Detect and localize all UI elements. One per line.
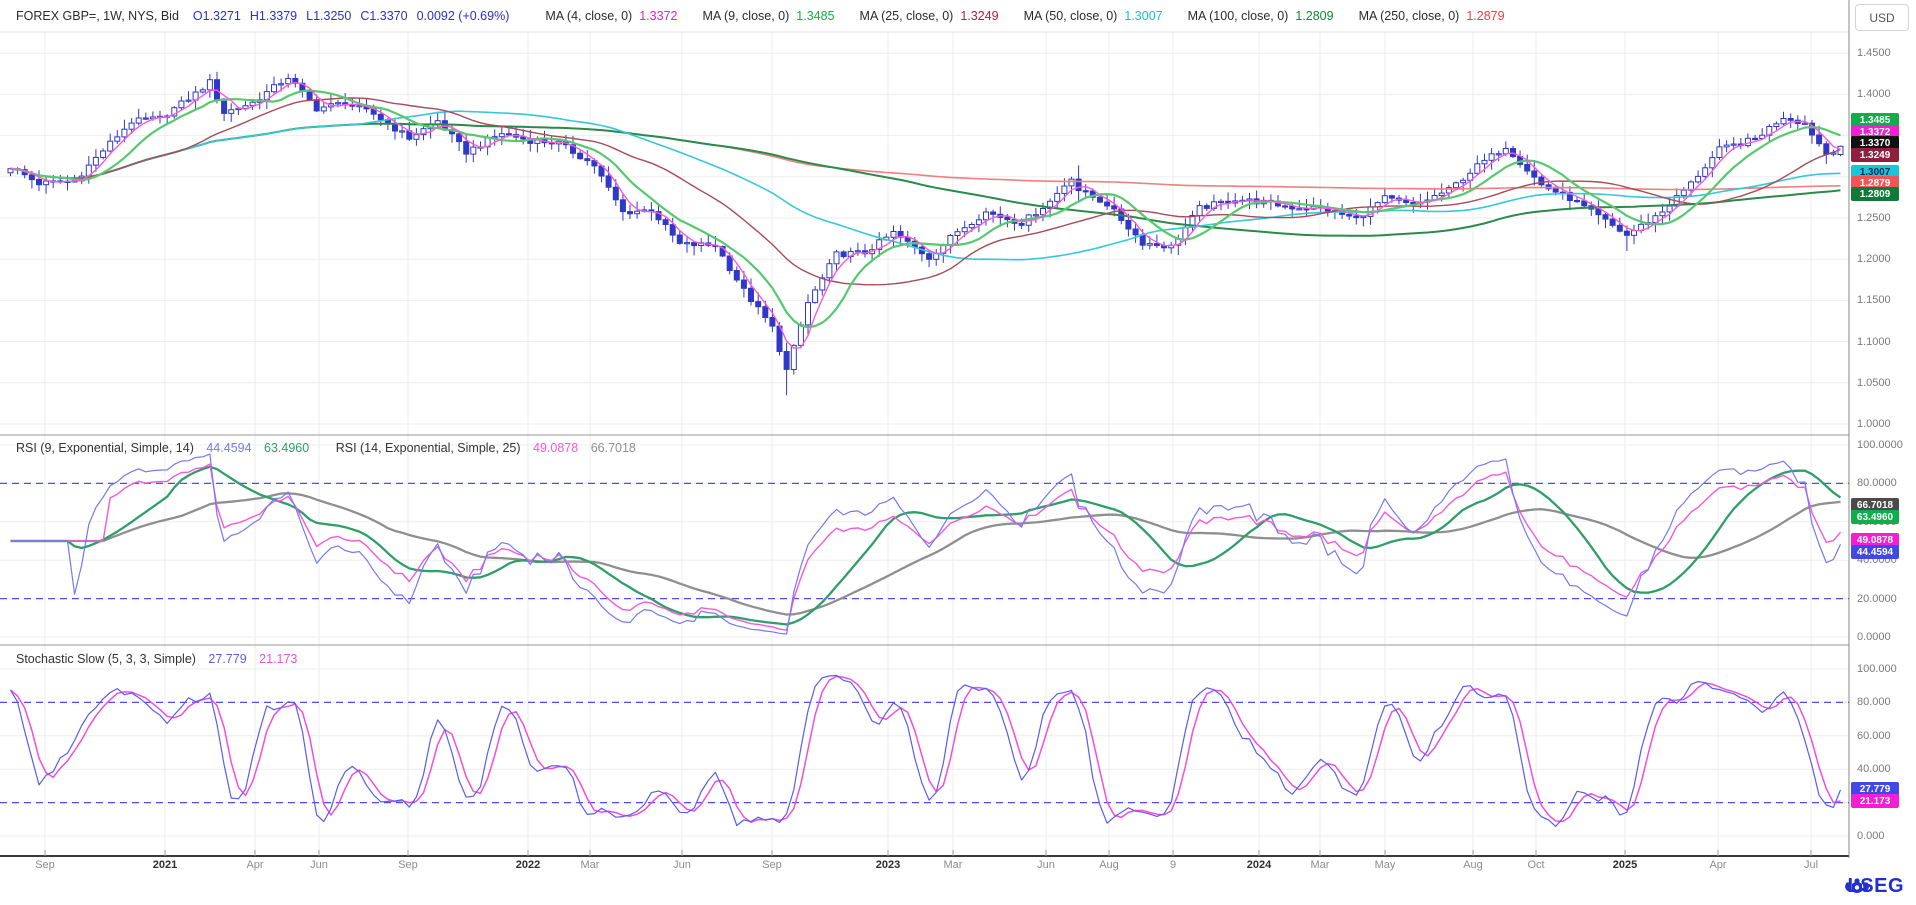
ma-legend-item: MA (4, close, 0) 1.3372 — [545, 9, 686, 23]
ohlc-high: H1.3379 — [250, 9, 297, 23]
rsi1-ma-value: 63.4960 — [264, 441, 309, 455]
ma-legend-label: MA (250, close, 0) — [1359, 9, 1460, 23]
ma-legend-label: MA (4, close, 0) — [545, 9, 632, 23]
time-axis[interactable] — [0, 856, 1849, 876]
rsi-panel-title: RSI (9, Exponential, Simple, 14) 44.4594… — [16, 441, 645, 455]
currency-selector-button[interactable]: USD — [1855, 4, 1909, 31]
stochastic-panel[interactable] — [0, 645, 1849, 856]
ma-legend-value: 1.2809 — [1295, 9, 1333, 23]
charting-application: FOREX GBP=, 1W, NYS, Bid O1.3271 H1.3379… — [0, 0, 1916, 905]
instrument-title: FOREX GBP=, 1W, NYS, Bid — [16, 9, 179, 23]
ma-legend-label: MA (100, close, 0) — [1188, 9, 1289, 23]
rsi1-label: RSI (9, Exponential, Simple, 14) — [16, 441, 194, 455]
rsi2-label: RSI (14, Exponential, Simple, 25) — [336, 441, 521, 455]
ma-legend-item: MA (100, close, 0) 1.2809 — [1188, 9, 1343, 23]
ma-legend-value: 1.3249 — [960, 9, 998, 23]
ma-legend-label: MA (25, close, 0) — [860, 9, 954, 23]
ma-legend-item: MA (9, close, 0) 1.3485 — [702, 9, 843, 23]
ma-legend-value: 1.3007 — [1124, 9, 1162, 23]
ma-legend-item: MA (25, close, 0) 1.3249 — [860, 9, 1008, 23]
ohlc-low: L1.3250 — [306, 9, 351, 23]
ma-legend-value: 1.2879 — [1466, 9, 1504, 23]
price-axis[interactable] — [1849, 32, 1916, 856]
stoch-k-value: 27.779 — [208, 652, 246, 666]
ma-legend-item: MA (250, close, 0) 1.2879 — [1359, 9, 1514, 23]
rsi2-value: 49.0878 — [533, 441, 578, 455]
stochastic-panel-title: Stochastic Slow (5, 3, 3, Simple) 27.779… — [16, 652, 306, 666]
ma-legend-item: MA (50, close, 0) 1.3007 — [1024, 9, 1172, 23]
lseg-brand: LSEG — [1842, 875, 1904, 898]
ohlc-open: O1.3271 — [193, 9, 241, 23]
ma-legend-value: 1.3485 — [796, 9, 834, 23]
ma-legend-value: 1.3372 — [639, 9, 677, 23]
rsi2-ma-value: 66.7018 — [591, 441, 636, 455]
rsi-panel[interactable] — [0, 435, 1849, 645]
ohlc-change: 0.0092 (+0.69%) — [417, 9, 510, 23]
rsi1-value: 44.4594 — [206, 441, 251, 455]
ohlc-close: C1.3370 — [360, 9, 407, 23]
chart-header: FOREX GBP=, 1W, NYS, Bid O1.3271 H1.3379… — [0, 0, 1856, 32]
ma-legend-label: MA (50, close, 0) — [1024, 9, 1118, 23]
ma-legend: MA (4, close, 0) 1.3372 MA (9, close, 0) 1.… — [529, 9, 1513, 23]
stoch-d-value: 21.173 — [259, 652, 297, 666]
ma-legend-label: MA (9, close, 0) — [702, 9, 789, 23]
lseg-logo-icon — [1842, 875, 1872, 899]
main-price-panel[interactable] — [0, 32, 1849, 435]
stoch-label: Stochastic Slow (5, 3, 3, Simple) — [16, 652, 196, 666]
